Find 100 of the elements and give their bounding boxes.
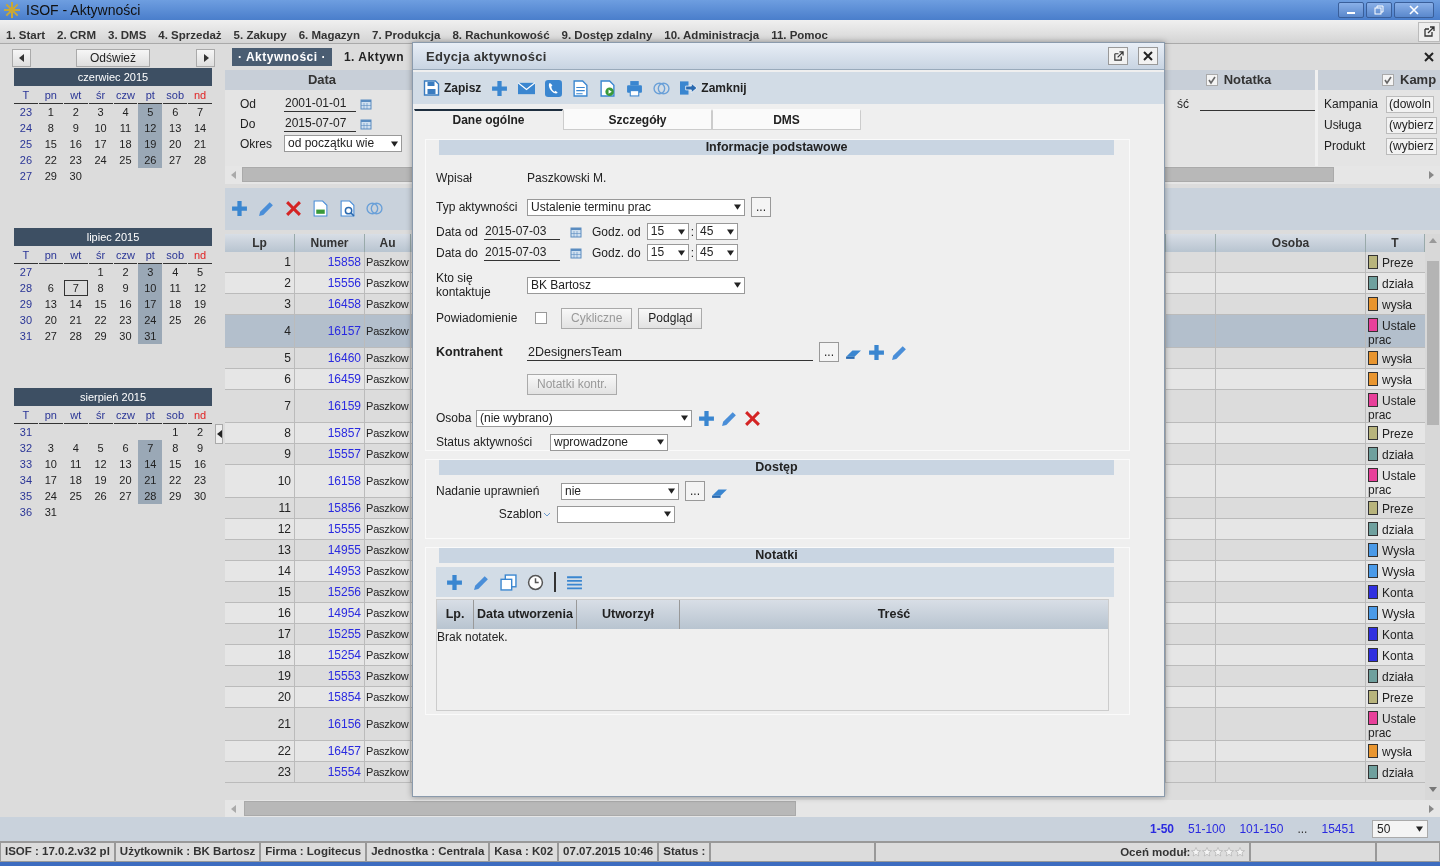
calendar-icon[interactable] — [360, 97, 372, 110]
calendar-day[interactable]: 7 — [63, 279, 88, 296]
calendar-day[interactable]: 14 — [63, 295, 88, 312]
chevron-icon[interactable] — [543, 511, 551, 517]
add-icon[interactable] — [491, 79, 509, 97]
calendar-icon[interactable] — [360, 117, 372, 130]
page-link[interactable]: 15451 — [1321, 822, 1355, 837]
rights-select[interactable]: nie — [561, 482, 679, 500]
number-link[interactable]: 15856 — [295, 497, 365, 519]
list-icon[interactable] — [566, 573, 583, 591]
column-header[interactable]: Numer — [295, 233, 365, 252]
add-icon[interactable] — [868, 343, 885, 361]
template-select[interactable] — [557, 505, 675, 523]
popout-button[interactable] — [1108, 47, 1128, 65]
calendar-day[interactable]: 30 — [63, 167, 88, 184]
page-link[interactable]: 1-50 — [1150, 822, 1175, 837]
scrollbar-thumb[interactable] — [244, 801, 796, 817]
pencil-icon[interactable] — [473, 573, 490, 591]
calendar-day[interactable]: 22 — [38, 151, 63, 168]
number-link[interactable]: 15255 — [295, 623, 365, 645]
calendar-day[interactable]: 10 — [38, 455, 63, 472]
pencil-icon[interactable] — [891, 343, 908, 361]
calendar-day[interactable]: 3 — [88, 103, 113, 120]
calendar-day[interactable]: 14 — [188, 119, 212, 136]
calendar-day[interactable]: 29 — [38, 167, 63, 184]
phone-icon[interactable] — [545, 79, 563, 97]
menu-item[interactable]: 11. Pomoc — [771, 28, 828, 43]
calendar-day[interactable]: 20 — [113, 471, 138, 488]
number-link[interactable]: 14953 — [295, 560, 365, 582]
period-select[interactable]: od początku wie — [284, 135, 402, 153]
calendar-day[interactable]: 13 — [163, 119, 188, 136]
calendar-day[interactable]: 31 — [38, 503, 63, 520]
number-link[interactable]: 15256 — [295, 581, 365, 603]
scroll-down-icon[interactable] — [1428, 787, 1437, 793]
pencil-icon[interactable] — [258, 200, 275, 218]
calendar-day[interactable]: 12 — [88, 455, 113, 472]
menu-item[interactable]: 3. DMS — [108, 28, 147, 43]
calendar-day[interactable]: 22 — [88, 311, 113, 328]
calendar-day[interactable]: 13 — [113, 455, 138, 472]
previous-button[interactable] — [12, 48, 31, 67]
calendar-day[interactable]: 25 — [113, 151, 138, 168]
calendar-day[interactable]: 5 — [88, 439, 113, 456]
calendar-day[interactable]: 8 — [163, 439, 188, 456]
calendar-day[interactable]: 2 — [188, 423, 212, 440]
tab[interactable]: Szczegóły — [563, 109, 712, 130]
menu-item[interactable]: 4. Sprzedaż — [158, 28, 222, 43]
column-header[interactable]: Au — [365, 233, 411, 252]
calendar-day[interactable]: 6 — [113, 439, 138, 456]
calendar-day[interactable]: 25 — [63, 487, 88, 504]
minute-select[interactable]: 45 — [696, 223, 739, 240]
calendar-day[interactable]: 30 — [188, 487, 212, 504]
calendar-day[interactable]: 9 — [188, 439, 212, 456]
calendar-day[interactable]: 17 — [38, 471, 63, 488]
number-link[interactable]: 16459 — [295, 368, 365, 390]
calendar-day[interactable]: 16 — [63, 135, 88, 152]
calendar-day[interactable]: 28 — [63, 327, 88, 344]
scrollbar-thumb[interactable] — [1426, 260, 1439, 425]
number-link[interactable]: 14954 — [295, 602, 365, 624]
calendar-day[interactable]: 8 — [88, 279, 113, 296]
column-header[interactable]: Treść — [680, 600, 1108, 629]
calendar-day[interactable]: 28 — [188, 151, 212, 168]
document-search-icon[interactable] — [339, 200, 356, 218]
calendar-day[interactable]: 23 — [113, 311, 138, 328]
number-link[interactable]: 15555 — [295, 518, 365, 540]
printer-icon[interactable] — [626, 79, 644, 97]
calendar-day[interactable]: 3 — [38, 439, 63, 456]
number-link[interactable]: 15858 — [295, 251, 365, 273]
document-play-icon[interactable] — [599, 79, 617, 97]
calendar-day[interactable]: 15 — [163, 455, 188, 472]
scroll-left-icon[interactable] — [231, 804, 236, 813]
number-link[interactable]: 16460 — [295, 347, 365, 369]
column-header[interactable]: Data utworzenia — [474, 600, 577, 629]
refresh-button[interactable]: Odśwież — [76, 48, 150, 67]
calendar-day[interactable]: 7 — [138, 439, 163, 456]
restore-button[interactable] — [1366, 2, 1392, 18]
contact-select[interactable]: BK Bartosz — [527, 276, 745, 294]
number-link[interactable]: 15556 — [295, 272, 365, 294]
calendar-day[interactable]: 23 — [63, 151, 88, 168]
scroll-right-icon[interactable] — [1429, 804, 1434, 813]
calendar-day[interactable]: 22 — [163, 471, 188, 488]
scroll-right-icon[interactable] — [1429, 170, 1434, 179]
calendar-day[interactable]: 19 — [88, 471, 113, 488]
calendar-day[interactable]: 1 — [38, 103, 63, 120]
select-field[interactable]: (wybierz — [1386, 137, 1437, 155]
calendar-day[interactable]: 8 — [38, 119, 63, 136]
number-link[interactable]: 15554 — [295, 761, 365, 783]
preview-button[interactable]: Podgląd — [638, 307, 703, 329]
number-link[interactable]: 14955 — [295, 539, 365, 561]
calendar-day[interactable]: 12 — [188, 279, 212, 296]
calendar-day[interactable]: 27 — [163, 151, 188, 168]
number-link[interactable]: 15254 — [295, 644, 365, 666]
delete-icon[interactable] — [285, 200, 302, 218]
calendar-day[interactable]: 21 — [63, 311, 88, 328]
tab[interactable]: Dane ogólne — [414, 109, 563, 130]
page-link[interactable]: 101-150 — [1239, 822, 1284, 837]
calendar-day[interactable]: 6 — [38, 279, 63, 296]
calendar-day[interactable]: 9 — [113, 279, 138, 296]
add-icon[interactable] — [698, 409, 715, 427]
number-link[interactable]: 16157 — [295, 314, 365, 348]
calendar-day[interactable]: 29 — [88, 327, 113, 344]
